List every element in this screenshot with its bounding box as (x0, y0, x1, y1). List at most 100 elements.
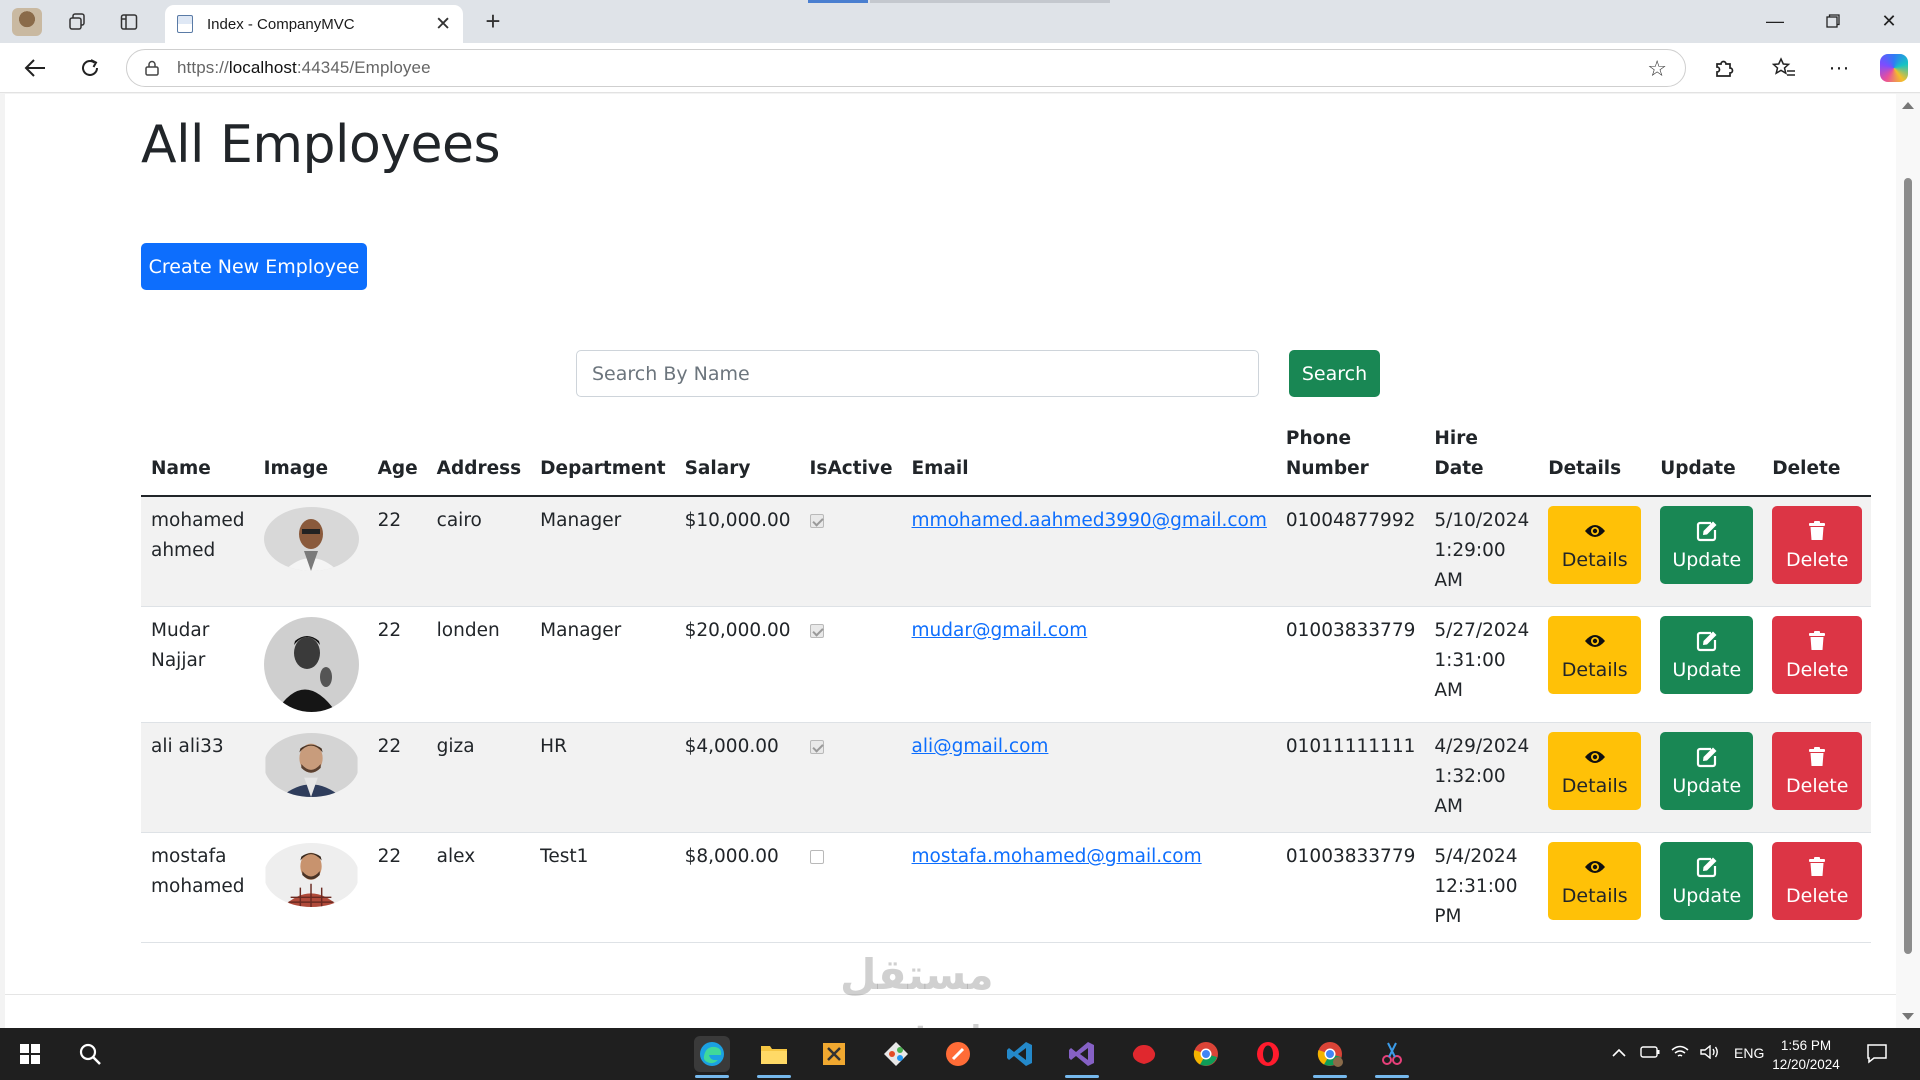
create-employee-button[interactable]: Create New Employee (141, 243, 367, 290)
windows-start-icon[interactable] (12, 1036, 48, 1072)
sourcetree-icon[interactable] (878, 1036, 914, 1072)
delete-button[interactable]: Delete (1772, 732, 1863, 810)
cell-email: mudar@gmail.com (901, 606, 1276, 723)
postman-icon[interactable] (940, 1036, 976, 1072)
email-link[interactable]: mudar@gmail.com (912, 620, 1088, 641)
details-button-label: Details (1561, 775, 1628, 797)
volume-icon[interactable] (1700, 1044, 1720, 1062)
cell-update: Update (1650, 722, 1763, 833)
header-update: Update (1650, 424, 1763, 497)
employee-photo (263, 617, 359, 712)
delete-button[interactable]: Delete (1772, 842, 1863, 920)
cell-salary: $8,000.00 (674, 832, 800, 943)
lock-icon[interactable] (145, 60, 159, 76)
wifi-icon[interactable] (1670, 1045, 1690, 1062)
language-indicator[interactable]: ENG (1734, 1045, 1764, 1061)
scroll-up-arrow-icon[interactable] (1902, 102, 1914, 109)
update-button[interactable]: Update (1660, 506, 1754, 584)
watermark-logo: مستقل (840, 950, 994, 999)
update-button[interactable]: Update (1660, 842, 1754, 920)
delete-button[interactable]: Delete (1772, 506, 1863, 584)
cell-salary: $10,000.00 (674, 496, 800, 607)
edge-icon[interactable] (694, 1036, 730, 1072)
show-hidden-icons-chevron-icon[interactable] (1612, 1045, 1626, 1061)
search-input[interactable] (576, 350, 1259, 397)
minimize-icon[interactable]: — (1752, 6, 1798, 36)
file-explorer-icon[interactable] (756, 1036, 792, 1072)
cell-details: Details (1538, 496, 1651, 607)
table-row: mohamed ahmed 22 cairo Manager $10,000.0… (141, 496, 1872, 607)
scrollbar-thumb[interactable] (1904, 178, 1912, 954)
email-link[interactable]: mostafa.mohamed@gmail.com (912, 846, 1202, 867)
update-button-label: Update (1672, 659, 1742, 681)
delete-button-label: Delete (1786, 659, 1849, 681)
chrome-profile-icon[interactable] (1312, 1036, 1348, 1072)
more-options-icon[interactable]: ··· (1823, 53, 1855, 83)
search-button[interactable]: Search (1289, 350, 1380, 397)
vscode-icon[interactable] (1002, 1036, 1038, 1072)
notifications-icon[interactable] (1866, 1042, 1888, 1067)
details-button[interactable]: Details (1548, 732, 1642, 810)
opera-icon[interactable] (1250, 1036, 1286, 1072)
employee-photo (265, 733, 358, 797)
windows-taskbar: ENG 1:56 PM 12/20/2024 (0, 1028, 1920, 1080)
delete-button-label: Delete (1786, 885, 1849, 907)
chrome-icon[interactable] (1188, 1036, 1224, 1072)
cell-department: Test1 (530, 832, 675, 943)
is-active-checkbox (809, 850, 824, 864)
browser-tab-active[interactable]: Index - CompanyMVC ✕ (165, 5, 463, 43)
page-scrollbar[interactable] (1896, 94, 1920, 1028)
battery-icon[interactable] (1640, 1045, 1660, 1061)
cell-image (253, 832, 368, 943)
header-department: Department (530, 424, 675, 497)
redis-icon[interactable] (1126, 1036, 1162, 1072)
update-button-label: Update (1672, 549, 1742, 571)
new-tab-icon[interactable]: + (478, 6, 508, 36)
clock-time: 1:56 PM (1780, 1038, 1832, 1053)
details-button[interactable]: Details (1548, 842, 1642, 920)
extensions-puzzle-icon[interactable] (1708, 53, 1740, 83)
is-active-checkbox (809, 514, 824, 528)
snipping-active-indicator (1375, 1075, 1409, 1078)
copilot-icon[interactable] (1880, 54, 1908, 82)
details-button[interactable]: Details (1548, 616, 1642, 694)
edge-active-indicator (695, 1075, 729, 1078)
edit-icon (1696, 628, 1718, 654)
tab-strip-indicator-secondary (870, 0, 1110, 3)
workspaces-icon[interactable] (62, 8, 92, 36)
cell-name: mostafa mohamed (141, 832, 254, 943)
snipping-tool-icon[interactable] (1374, 1036, 1410, 1072)
cell-age: 22 (367, 606, 427, 723)
favorites-icon[interactable] (1768, 53, 1800, 83)
git-extensions-icon[interactable] (816, 1036, 852, 1072)
url-field[interactable]: https://localhost:44345/Employee ☆ (126, 49, 1686, 87)
delete-button[interactable]: Delete (1772, 616, 1863, 694)
cell-hire-date: 4/29/2024 1:32:00 AM (1424, 722, 1539, 833)
vertical-tabs-icon[interactable] (114, 8, 144, 36)
cell-name: mohamed ahmed (141, 496, 254, 607)
system-clock[interactable]: 1:56 PM 12/20/2024 (1766, 1036, 1846, 1074)
cell-delete: Delete (1762, 722, 1872, 833)
cell-update: Update (1650, 832, 1763, 943)
email-link[interactable]: ali@gmail.com (912, 736, 1049, 757)
visual-studio-icon[interactable] (1064, 1036, 1100, 1072)
refresh-icon[interactable] (73, 52, 107, 84)
back-arrow-icon[interactable] (18, 52, 52, 84)
close-window-icon[interactable]: ✕ (1866, 6, 1912, 36)
email-link[interactable]: mmohamed.aahmed3990@gmail.com (912, 510, 1267, 531)
favorite-star-icon[interactable]: ☆ (1647, 56, 1667, 82)
header-name: Name (141, 424, 254, 497)
header-details: Details (1538, 424, 1651, 497)
scroll-down-arrow-icon[interactable] (1902, 1013, 1914, 1020)
maximize-icon[interactable] (1810, 6, 1856, 36)
update-button[interactable]: Update (1660, 732, 1754, 810)
search-icon[interactable] (72, 1036, 108, 1072)
close-tab-icon[interactable]: ✕ (435, 13, 451, 36)
details-button[interactable]: Details (1548, 506, 1642, 584)
update-button[interactable]: Update (1660, 616, 1754, 694)
clock-date: 12/20/2024 (1772, 1057, 1840, 1072)
cell-image (253, 722, 368, 833)
update-button-label: Update (1672, 775, 1742, 797)
profile-avatar-icon[interactable] (12, 8, 42, 36)
cell-is-active (799, 832, 902, 943)
